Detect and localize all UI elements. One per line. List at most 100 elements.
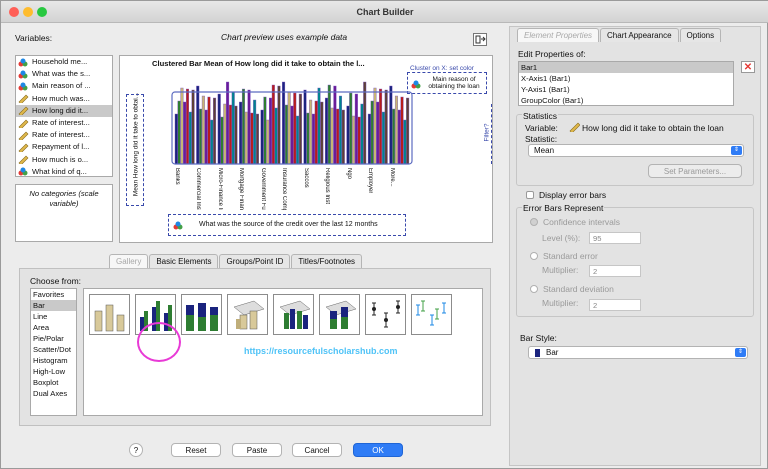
tab-options[interactable]: Options	[679, 28, 722, 42]
set-parameters-button[interactable]: Set Parameters...	[648, 164, 742, 178]
3d-bar-thumb[interactable]	[227, 294, 268, 335]
chart-type-item[interactable]: Dual Axes	[31, 388, 76, 399]
variable-item[interactable]: Repayment of l...	[16, 141, 112, 154]
scale-icon	[18, 106, 29, 117]
variable-item[interactable]: Household me...	[16, 56, 112, 68]
statistic-select[interactable]: Mean ⇕	[528, 144, 744, 157]
display-error-bars-checkbox[interactable]	[526, 191, 534, 199]
nominal-icon	[18, 58, 29, 67]
delete-element-icon[interactable]: ✕	[741, 61, 755, 73]
simple-bar-thumb[interactable]	[89, 294, 130, 335]
variable-list[interactable]: Household me... What was the s... Main rea…	[15, 55, 113, 177]
confidence-intervals-radio[interactable]	[530, 218, 538, 226]
tab-chart-appearance[interactable]: Chart Appearance	[600, 28, 679, 42]
chart-type-item[interactable]: Bar	[31, 300, 76, 311]
categories-text: No categories (scale variable)	[29, 189, 99, 208]
sd-multiplier-field[interactable]: 2	[589, 299, 641, 311]
tab-titles-footnotes[interactable]: Titles/Footnotes	[291, 254, 363, 268]
standard-deviation-label: Standard deviation	[543, 284, 614, 294]
maximize-window-button[interactable]	[37, 7, 47, 17]
chart-type-item[interactable]: Area	[31, 322, 76, 333]
statistics-label: Statistics	[522, 111, 559, 121]
nominal-icon	[18, 82, 29, 91]
watermark-text: https://resourcefulscholarshub.com	[244, 346, 398, 356]
variable-item[interactable]: Main reason of ...	[16, 80, 112, 92]
choose-from-label: Choose from:	[30, 276, 82, 286]
bar-style-select[interactable]: Bar ⇕	[528, 346, 748, 359]
scale-icon	[569, 122, 581, 134]
x-category-label: More...	[388, 168, 395, 187]
chart-type-item[interactable]: Pie/Polar	[31, 333, 76, 344]
x-category-label: Banks	[174, 168, 180, 185]
chart-type-item[interactable]: Boxplot	[31, 377, 76, 388]
tab-groups-point-id[interactable]: Groups/Point ID	[219, 254, 291, 268]
chart-preview-canvas[interactable]: Clustered Bar Mean of How long did it ta…	[119, 55, 493, 243]
selection-highlight-ring	[137, 322, 181, 362]
chart-type-item[interactable]: High-Low	[31, 366, 76, 377]
variable-item-label: What was the s...	[32, 69, 91, 79]
variable-item[interactable]: What was the s...	[16, 68, 112, 80]
standard-error-radio[interactable]	[530, 252, 538, 260]
level-label: Level (%):	[542, 233, 581, 243]
paste-button[interactable]: Paste	[232, 443, 282, 457]
se-multiplier-field[interactable]: 2	[589, 265, 641, 277]
3d-stacked-bar-thumb[interactable]	[319, 294, 360, 335]
stacked-bar-thumb[interactable]	[181, 294, 222, 335]
variable-item[interactable]: What kind of q...	[16, 166, 112, 176]
element-item[interactable]: GroupColor (Bar1)	[519, 95, 733, 106]
variable-item[interactable]: How much was...	[16, 93, 112, 105]
element-list[interactable]: Bar1 X-Axis1 (Bar1) Y-Axis1 (Bar1) GroupCol…	[518, 61, 734, 106]
chart-gallery[interactable]: https://resourcefulscholarshub.com	[83, 288, 483, 416]
cancel-button[interactable]: Cancel	[292, 443, 342, 457]
element-item[interactable]: X-Axis1 (Bar1)	[519, 73, 733, 84]
variable-item[interactable]: How much is o...	[16, 154, 112, 166]
x-category-label: Employer	[367, 168, 374, 194]
variable-item-label: What kind of q...	[32, 166, 87, 176]
chart-type-item[interactable]: Scatter/Dot	[31, 344, 76, 355]
x-category-label: Mortgage Finance	[238, 168, 245, 210]
error-bar-thumb[interactable]	[365, 294, 406, 335]
chevron-updown-icon: ⇕	[731, 146, 742, 155]
3d-clustered-bar-thumb[interactable]	[273, 294, 314, 335]
variable-item[interactable]: How long did it...	[16, 104, 112, 117]
tab-gallery[interactable]: Gallery	[109, 254, 149, 268]
standard-deviation-radio[interactable]	[530, 285, 538, 293]
variable-item-label: How long did it...	[32, 105, 89, 115]
scale-icon	[18, 131, 29, 142]
level-field[interactable]: 95	[589, 232, 641, 244]
x-category-label: Commercial Inst	[195, 168, 202, 210]
variable-item-label: How much was...	[32, 93, 90, 103]
reset-button[interactable]: Reset	[171, 443, 221, 457]
gallery-tabs: Gallery Basic Elements Groups/Point ID T…	[109, 254, 363, 268]
close-window-button[interactable]	[9, 7, 19, 17]
scale-icon	[18, 94, 29, 105]
confidence-intervals-label: Confidence intervals	[543, 217, 621, 227]
ok-button[interactable]: OK	[353, 443, 403, 457]
categories-box: No categories (scale variable)	[15, 184, 113, 242]
element-item[interactable]: Bar1	[519, 62, 733, 73]
minimize-window-button[interactable]	[23, 7, 33, 17]
chart-type-item[interactable]: Histogram	[31, 355, 76, 366]
scale-icon	[18, 143, 29, 154]
help-button[interactable]: ?	[129, 443, 143, 457]
element-item[interactable]: Y-Axis1 (Bar1)	[519, 84, 733, 95]
gallery-toggle-icon[interactable]	[473, 33, 487, 46]
variable-item[interactable]: Rate of interest...	[16, 129, 112, 142]
variables-label: Variables:	[15, 33, 53, 43]
x-axis-drop-zone[interactable]: What was the source of the credit over t…	[168, 214, 406, 236]
nominal-icon	[18, 167, 29, 176]
chart-type-item[interactable]: Line	[31, 311, 76, 322]
chevron-updown-icon: ⇕	[735, 348, 746, 357]
chart-type-item[interactable]: Favorites	[31, 289, 76, 300]
x-category-label: Ngo	[345, 168, 352, 180]
clustered-error-bar-thumb[interactable]	[411, 294, 452, 335]
x-category-label: Insurance Company	[281, 168, 288, 210]
x-category-label: Government Funds	[259, 168, 266, 210]
chart-type-list[interactable]: Favorites Bar Line Area Pie/Polar Scatter/Dot…	[30, 288, 77, 416]
tab-element-properties[interactable]: Element Properties	[517, 28, 600, 42]
nominal-icon	[18, 70, 29, 79]
tab-basic-elements[interactable]: Basic Elements	[149, 254, 219, 268]
x-category-label: Micro-Finance Inst	[216, 168, 223, 210]
variable-item[interactable]: Rate of interest...	[16, 117, 112, 129]
variable-item-label: Main reason of ...	[32, 81, 91, 91]
